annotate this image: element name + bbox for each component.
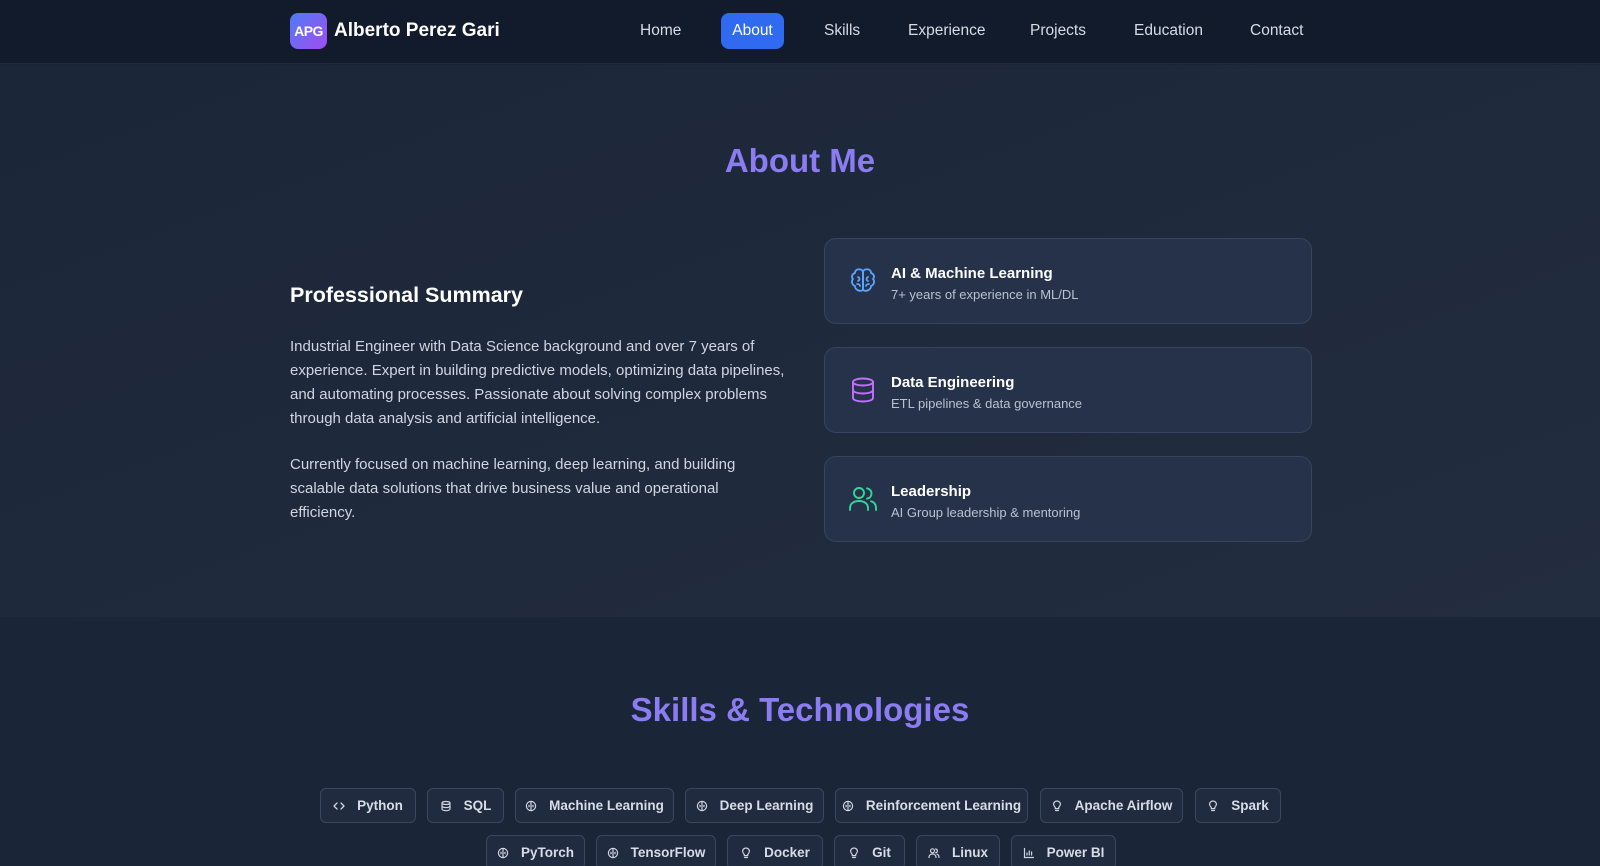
skill-label: Linux — [952, 845, 988, 860]
skill-chip-machine-learning[interactable]: Machine Learning — [515, 788, 674, 823]
brain-icon — [842, 800, 854, 811]
feature-card-ai-ml: AI & Machine Learning 7+ years of experi… — [824, 238, 1312, 324]
nav-link-home[interactable]: Home — [630, 13, 691, 49]
nav-link-education[interactable]: Education — [1124, 13, 1213, 49]
feature-title: Data Engineering — [891, 374, 1015, 391]
skill-chip-sql[interactable]: SQL — [427, 788, 504, 823]
brain-icon — [497, 847, 509, 858]
skill-label: Python — [357, 798, 403, 813]
nav-link-contact[interactable]: Contact — [1240, 13, 1313, 49]
skill-label: PyTorch — [520, 845, 574, 860]
skill-label: Power BI — [1046, 845, 1105, 860]
database-icon — [852, 377, 874, 403]
nav-link-projects[interactable]: Projects — [1020, 13, 1096, 49]
summary-heading: Professional Summary — [290, 283, 524, 307]
skill-label: SQL — [463, 798, 492, 813]
brain-icon — [696, 800, 707, 811]
lightbulb-icon — [850, 846, 859, 858]
skill-chip-linux[interactable]: Linux — [916, 835, 1000, 866]
skill-chip-docker[interactable]: Docker — [727, 835, 823, 866]
database-icon — [441, 800, 451, 811]
feature-title: Leadership — [891, 483, 972, 500]
skill-label: Apache Airflow — [1074, 798, 1173, 813]
skill-label: TensorFlow — [630, 845, 706, 860]
skill-chip-pytorch[interactable]: PyTorch — [486, 835, 585, 866]
users-icon — [849, 487, 877, 511]
skill-label: Machine Learning — [549, 798, 664, 813]
skill-chip-apache-airflow[interactable]: Apache Airflow — [1040, 788, 1183, 823]
summary-paragraph-2: Currently focused on machine learning, d… — [290, 456, 736, 521]
lightbulb-icon — [1209, 799, 1218, 811]
skill-chip-deep-learning[interactable]: Deep Learning — [685, 788, 824, 823]
brain-icon — [525, 800, 537, 811]
navbar: APG Alberto Perez Gari Home About Skills… — [0, 0, 1600, 64]
code-icon — [333, 801, 345, 810]
skill-label: Git — [872, 845, 891, 860]
summary-paragraph-1: Industrial Engineer with Data Science ba… — [290, 338, 785, 427]
chart-icon — [1023, 847, 1034, 858]
skill-chip-spark[interactable]: Spark — [1195, 788, 1281, 823]
skill-chip-python[interactable]: Python — [320, 788, 416, 823]
skill-chip-power-bi[interactable]: Power BI — [1011, 835, 1116, 866]
skill-label: Spark — [1231, 798, 1269, 813]
users-icon — [928, 847, 940, 858]
feature-card-leadership: Leadership AI Group leadership & mentori… — [824, 456, 1312, 542]
about-title: About Me — [724, 142, 876, 179]
skill-label: Deep Learning — [719, 798, 814, 813]
about-section: About Me Professional Summary Industrial… — [0, 65, 1600, 617]
feature-card-data-engineering: Data Engineering ETL pipelines & data go… — [824, 347, 1312, 433]
feature-subtitle: 7+ years of experience in ML/DL — [891, 287, 1079, 302]
skill-chip-tensorflow[interactable]: TensorFlow — [596, 835, 716, 866]
nav-link-about[interactable]: About — [721, 13, 784, 49]
skill-label: Docker — [764, 845, 810, 860]
feature-title: AI & Machine Learning — [891, 265, 1053, 282]
nav-link-skills[interactable]: Skills — [814, 13, 870, 49]
lightbulb-icon — [1052, 799, 1061, 811]
brand-name[interactable]: Alberto Perez Gari — [334, 20, 500, 42]
brand-logo[interactable]: APG — [290, 13, 327, 49]
skills-title: Skills & Technologies — [630, 691, 970, 728]
lightbulb-icon — [742, 846, 751, 858]
skill-label: Reinforcement Learning — [865, 798, 1022, 813]
feature-subtitle: AI Group leadership & mentoring — [891, 505, 1081, 520]
feature-subtitle: ETL pipelines & data governance — [891, 396, 1083, 411]
brand[interactable]: APG Alberto Perez Gari — [290, 13, 500, 49]
brain-icon — [851, 268, 875, 292]
skill-chip-reinforcement-learning[interactable]: Reinforcement Learning — [835, 788, 1028, 823]
skill-chip-git[interactable]: Git — [834, 835, 905, 866]
brain-icon — [607, 847, 618, 858]
skills-section: Skills & Technologies Python SQL Machine… — [0, 617, 1600, 866]
nav-link-experience[interactable]: Experience — [898, 13, 996, 49]
